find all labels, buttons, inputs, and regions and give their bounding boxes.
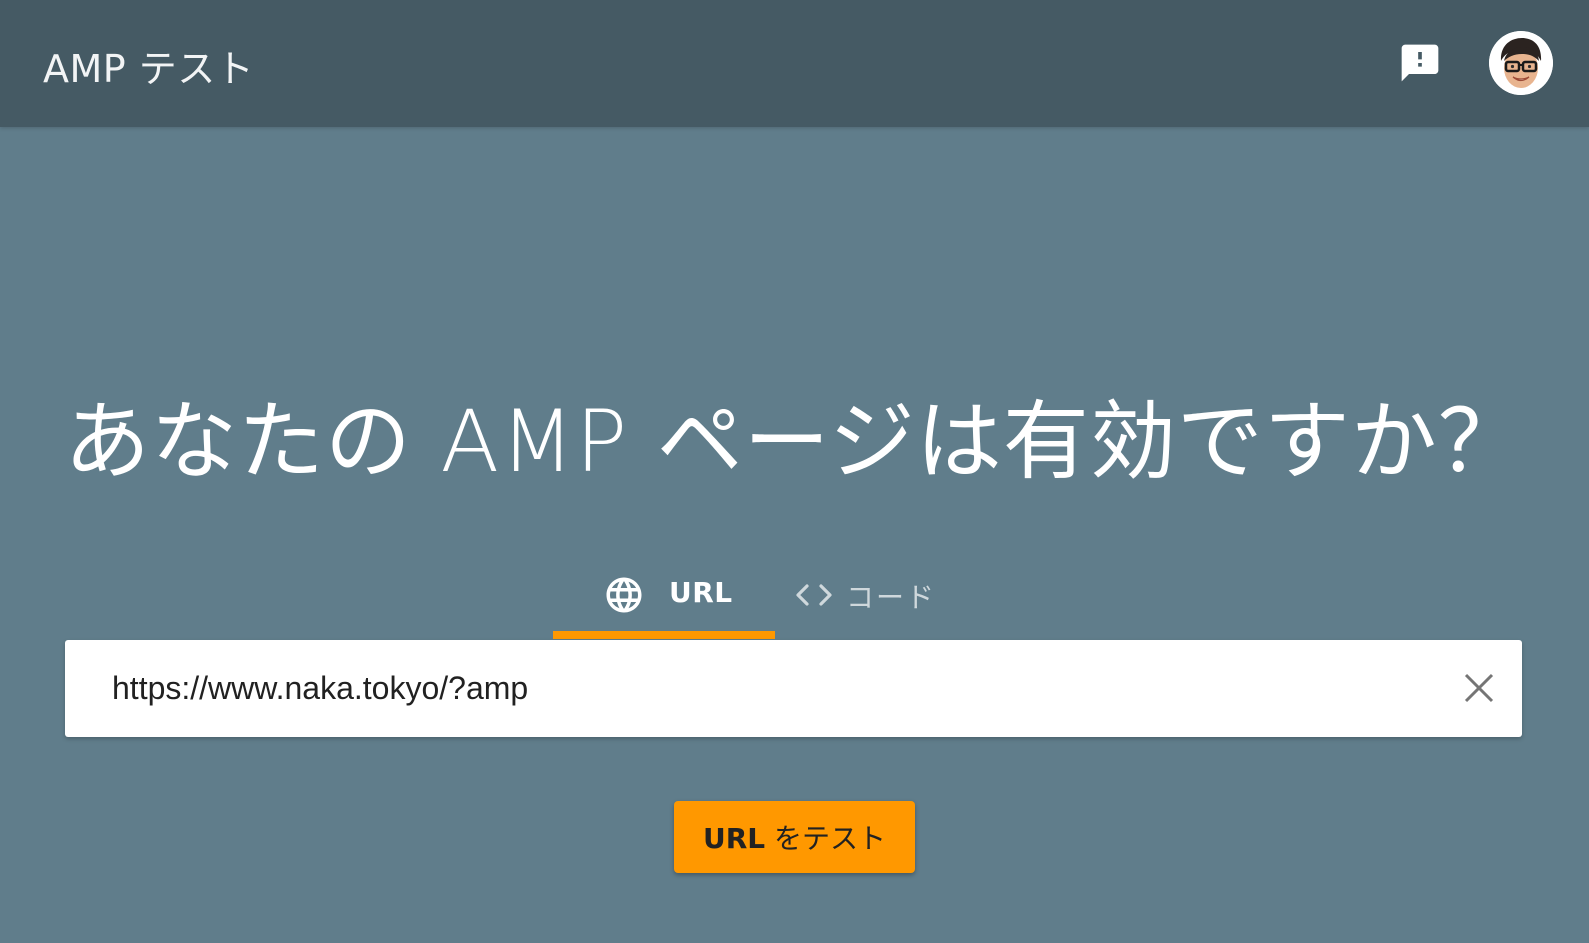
test-url-button-label: をテスト <box>765 822 887 855</box>
code-icon <box>796 584 832 606</box>
page-headline: あなたの AMP ページは有効ですか？ <box>64 392 1525 492</box>
app-title: AMP テスト <box>43 47 255 91</box>
tab-url[interactable]: URL <box>553 556 775 639</box>
test-url-button-label-bold: URL <box>702 822 766 855</box>
feedback-button[interactable] <box>1398 41 1442 85</box>
feedback-icon <box>1401 44 1439 82</box>
tab-url-label: URL <box>669 576 733 609</box>
globe-icon <box>606 577 642 613</box>
input-mode-tabs: URL コード <box>553 556 1013 639</box>
user-avatar-icon <box>1489 31 1553 95</box>
close-icon <box>1464 673 1494 703</box>
url-input[interactable] <box>112 662 1412 714</box>
clear-input-button[interactable] <box>1460 669 1498 707</box>
top-app-bar: AMP テスト <box>0 0 1589 127</box>
tab-code-label: コード <box>846 581 937 614</box>
url-input-container <box>65 640 1522 737</box>
selected-tab-indicator <box>553 631 775 639</box>
test-url-button[interactable]: URL をテスト <box>674 801 915 873</box>
account-avatar-button[interactable] <box>1489 31 1553 95</box>
tab-code[interactable]: コード <box>793 556 1013 639</box>
